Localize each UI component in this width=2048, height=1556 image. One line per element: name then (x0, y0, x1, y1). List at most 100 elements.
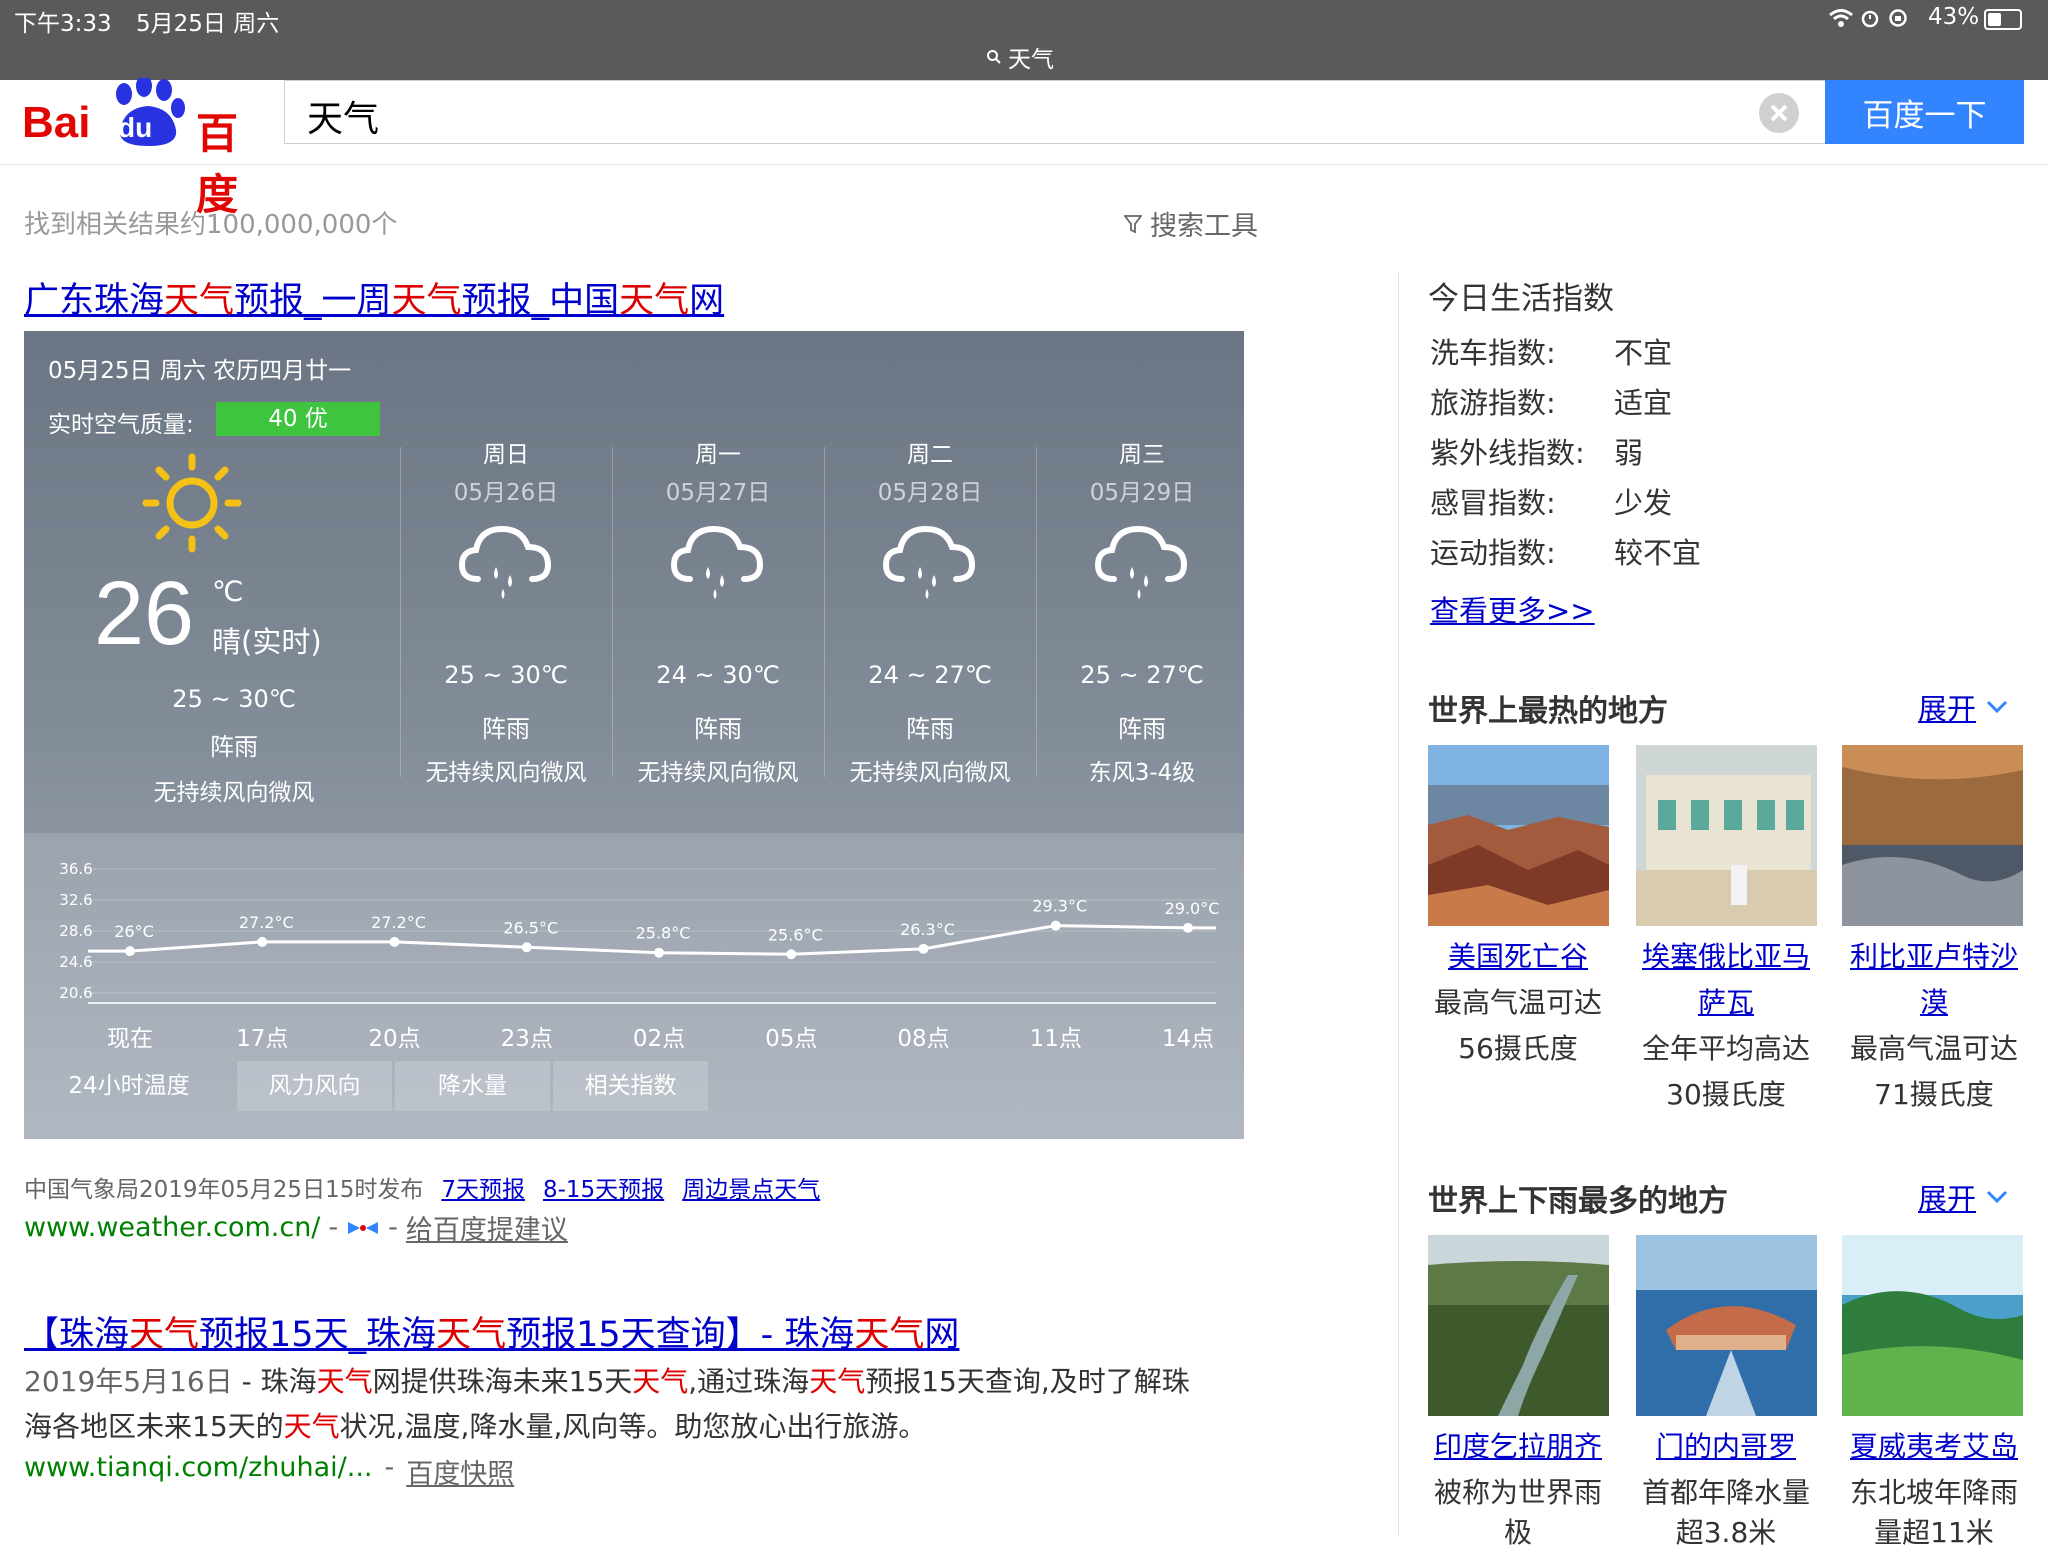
link-nearby[interactable]: 周边景点天气 (682, 1170, 820, 1204)
x-tick-label: 02点 (632, 1026, 686, 1052)
battery-icon (1984, 9, 2022, 30)
more-indices-link[interactable]: 查看更多>> (1430, 588, 1595, 630)
x-tick-label: 14点 (1161, 1026, 1215, 1052)
place-name[interactable]: 夏威夷考艾岛 (1834, 1424, 2034, 1470)
place-name[interactable]: 门的内哥罗 (1626, 1424, 1826, 1470)
battery-percent: 43% (1928, 4, 1980, 30)
search-button[interactable]: 百度一下 (1825, 80, 2024, 144)
life-index-row: 感冒指数: 少发 (1430, 486, 1673, 520)
y-tick-label: 20.6 (59, 984, 92, 1002)
sun-icon (142, 453, 242, 553)
rain-cloud-icon (882, 525, 976, 599)
tab-precipitation[interactable]: 降水量 (395, 1061, 550, 1111)
weather-tabs: 24小时温度 风力风向 降水量 相关指数 (24, 1061, 708, 1111)
result2-url-line: www.tianqi.com/zhuhai/... - 百度快照 (24, 1452, 515, 1491)
hottest-title: 世界上最热的地方 (1428, 694, 1668, 729)
filter-icon (1124, 214, 1142, 233)
clear-icon[interactable] (1759, 93, 1799, 133)
search-query: 天气 (307, 99, 380, 140)
temperature-point (918, 943, 929, 954)
result-count: 找到相关结果约100,000,000个 (24, 210, 398, 240)
tab-indices[interactable]: 相关指数 (553, 1061, 708, 1111)
place-name[interactable]: 美国死亡谷 (1418, 934, 1618, 980)
result1-title[interactable]: 广东珠海天气预报_一周天气预报_中国天气网 (24, 272, 724, 323)
temperature-label: 27.2°C (239, 913, 294, 932)
x-tick-label: 17点 (236, 1026, 289, 1052)
massawa-image[interactable] (1636, 745, 1817, 926)
result2-snippet-line1: 2019年5月16日 - 珠海天气网提供珠海未来15天天气,通过珠海天气预报15… (24, 1365, 1190, 1398)
temperature-point (125, 946, 135, 957)
rain-cloud-icon (458, 525, 552, 599)
status-time: 下午3:33 (14, 11, 112, 37)
forecast-condition: 阵雨 (1118, 715, 1166, 743)
forecast-date: 05月29日 (1089, 480, 1195, 506)
result1-url[interactable]: www.weather.com.cn/ (24, 1212, 320, 1243)
alarm-icon (1861, 10, 1879, 28)
place-name[interactable]: 利比亚卢特沙 (1834, 934, 2034, 980)
y-tick-label: 24.6 (59, 953, 92, 971)
search-icon (987, 50, 1001, 64)
place-desc: 最高气温可达 (1433, 986, 1602, 1019)
sidebar-divider (1398, 272, 1399, 1536)
x-tick-label: 20点 (368, 1026, 421, 1052)
url-text: 天气 (1008, 47, 1054, 73)
url-bar[interactable]: 天气 (986, 40, 1054, 74)
place-desc: 56摄氏度 (1458, 1032, 1578, 1065)
result2-url[interactable]: www.tianqi.com/zhuhai/... (24, 1452, 372, 1491)
forecast-day[interactable]: 周三 05月29日 25 ~ 27℃ 阵雨 东风3-4级 (1006, 435, 1244, 786)
cherrapunji-image[interactable] (1428, 1235, 1609, 1416)
temperature-label: 27.2°C (371, 913, 426, 932)
weather-date: 05月25日 周六 农历四月廿一 (48, 358, 352, 384)
lut-desert-image[interactable] (1842, 745, 2023, 926)
life-index-row: 运动指数: 较不宜 (1430, 536, 1702, 570)
place-name[interactable]: 萨瓦 (1626, 980, 1826, 1026)
temperature-label: 26.5°C (503, 918, 558, 937)
today-wind: 无持续风向微风 (153, 780, 315, 806)
x-tick-label: 08点 (897, 1026, 950, 1052)
link-7day[interactable]: 7天预报 (441, 1170, 525, 1204)
life-index-row: 紫外线指数: 弱 (1430, 436, 1644, 470)
result2-title[interactable]: 【珠海天气预报15天_珠海天气预报15天查询】- 珠海天气网 (24, 1306, 959, 1357)
x-tick-label: 05点 (765, 1026, 818, 1052)
place-desc: 30摄氏度 (1666, 1078, 1786, 1111)
temperature-point (654, 947, 664, 958)
y-tick-label: 36.6 (59, 860, 92, 878)
tab-24h-temperature[interactable]: 24小时温度 (24, 1061, 234, 1111)
place-name[interactable]: 漠 (1834, 980, 2034, 1026)
snapshot-link[interactable]: 百度快照 (406, 1452, 514, 1491)
search-tools-button[interactable]: 搜索工具 (1124, 204, 1258, 243)
weather-card[interactable]: 05月25日 周六 农历四月廿一 实时空气质量: 40 优 26 ℃ 晴(实时)… (24, 331, 1244, 1139)
temperature-label: 25.6°C (768, 925, 823, 944)
death-valley-image[interactable] (1428, 745, 1609, 926)
current-temperature: 26 (94, 564, 195, 664)
link-8-15day[interactable]: 8-15天预报 (543, 1170, 664, 1204)
status-bar: 下午3:33 5月25日 周六 天气 43% (0, 0, 2048, 80)
search-input[interactable]: 天气 (284, 80, 1825, 144)
kauai-image[interactable] (1842, 1235, 2023, 1416)
today-summary: 25 ~ 30℃ 阵雨 无持续风向微风 (100, 687, 368, 805)
temperature-point (1050, 920, 1061, 931)
chevron-down-icon (1986, 700, 2008, 714)
temperature-point (257, 936, 268, 947)
place-name[interactable]: 埃塞俄比亚马 (1626, 934, 1826, 980)
result2-snippet-line2: 海各地区未来15天的天气状况,温度,降水量,风向等。助您放心出行旅游。 (24, 1410, 927, 1443)
temperature-label: 26.3°C (900, 920, 955, 939)
suggest-link[interactable]: 给百度提建议 (406, 1208, 568, 1247)
montenegro-image[interactable] (1636, 1235, 1817, 1416)
life-index-row: 洗车指数: 不宜 (1430, 336, 1673, 370)
place-name[interactable]: 印度乞拉朋齐 (1418, 1424, 1618, 1470)
hottest-expand[interactable]: 展开 (1918, 686, 2008, 728)
y-tick-label: 32.6 (59, 891, 92, 909)
current-condition: 晴(实时) (212, 625, 322, 659)
temperature-point (521, 942, 532, 953)
chevron-down-icon (1986, 1190, 2008, 1204)
temperature-label: 29.0°C (1165, 899, 1220, 918)
baidu-logo[interactable]: Bai du 百度 (22, 78, 262, 219)
temperature-label: 29.3°C (1032, 897, 1087, 916)
search-header: Bai du 百度 天气 百度一下 (0, 78, 2048, 219)
tab-wind[interactable]: 风力风向 (237, 1061, 392, 1111)
x-tick-label: 23点 (500, 1026, 553, 1052)
rainiest-expand[interactable]: 展开 (1918, 1176, 2008, 1218)
status-date: 5月25日 周六 (136, 11, 280, 37)
temperature-unit: ℃ (212, 575, 244, 608)
